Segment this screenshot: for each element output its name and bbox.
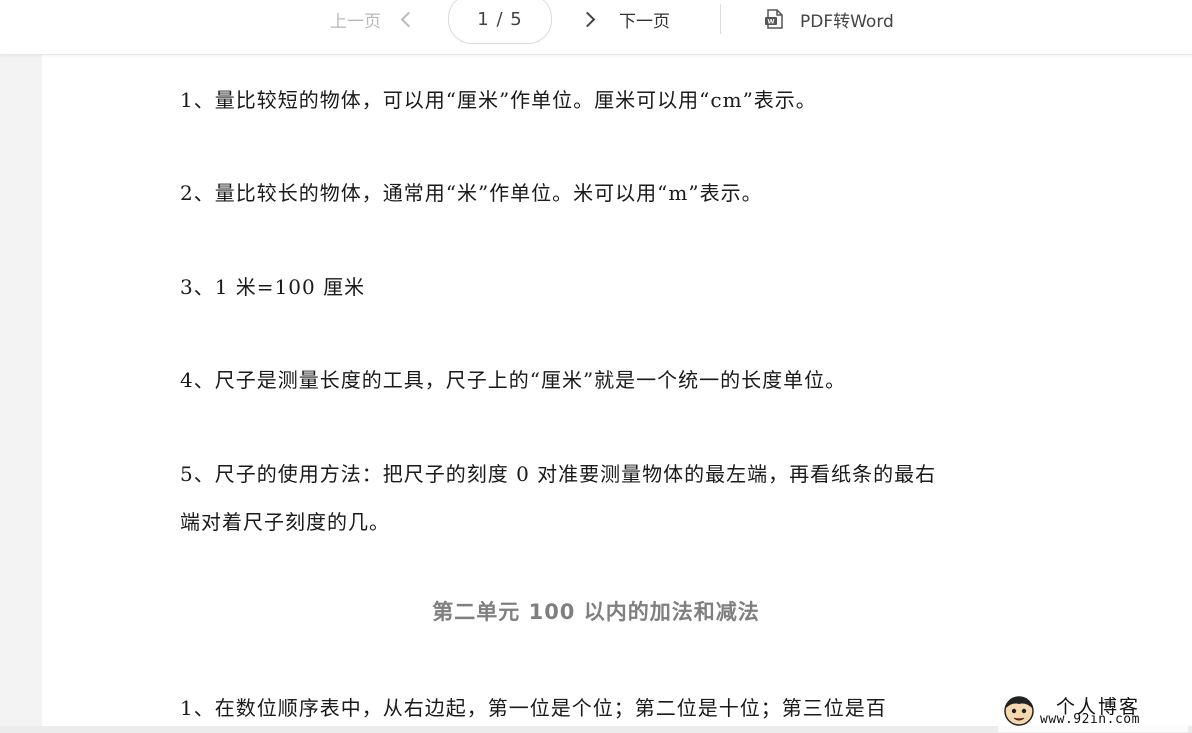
paragraph-4: 4、尺子是测量长度的工具，尺子上的“厘米”就是一个统一的长度单位。 [180,368,847,392]
document-page [42,54,1192,733]
watermark: 个人博客 www.92in.com [998,688,1188,732]
pdf-to-word-button[interactable]: W PDF转Word [764,7,894,32]
svg-text:W: W [767,18,774,26]
pdf-viewer: 上一页 1 / 5 下一页 W PDF转Word 1、量比较短的物体，可以用“厘… [0,0,1192,733]
word-document-icon: W [765,9,783,29]
section-heading: 第二单元 100 以内的加法和减法 [432,600,760,624]
paragraph-1: 1、量比较短的物体，可以用“厘米”作单位。厘米可以用“cm”表示。 [180,88,817,112]
chevron-right-icon [579,11,596,27]
watermark-url: www.92in.com [1040,712,1140,727]
paragraph-6: 1、在数位顺序表中，从右边起，第一位是个位；第二位是十位；第三位是百 [180,696,887,720]
next-page-button[interactable]: 下一页 [579,8,670,32]
cartoon-face-icon [1004,696,1034,726]
paragraph-5-line-1: 5、尺子的使用方法：把尺子的刻度 0 对准要测量物体的最左端，再看纸条的最右 [180,462,937,486]
prev-page-label: 上一页 [330,11,381,32]
paragraph-2: 2、量比较长的物体，通常用“米”作单位。米可以用“m”表示。 [180,181,763,205]
paragraph-5-line-2: 端对着尺子刻度的几。 [180,510,390,534]
paragraph-3: 3、1 米=100 厘米 [180,275,366,299]
toolbar-divider [720,4,721,34]
page-indicator[interactable]: 1 / 5 [448,0,552,44]
viewer-toolbar: 上一页 1 / 5 下一页 W PDF转Word [0,0,1192,55]
chevron-left-icon [400,11,417,27]
pdf-to-word-label: PDF转Word [800,11,894,32]
next-page-label: 下一页 [619,11,670,32]
prev-page-button[interactable]: 上一页 [330,8,417,32]
